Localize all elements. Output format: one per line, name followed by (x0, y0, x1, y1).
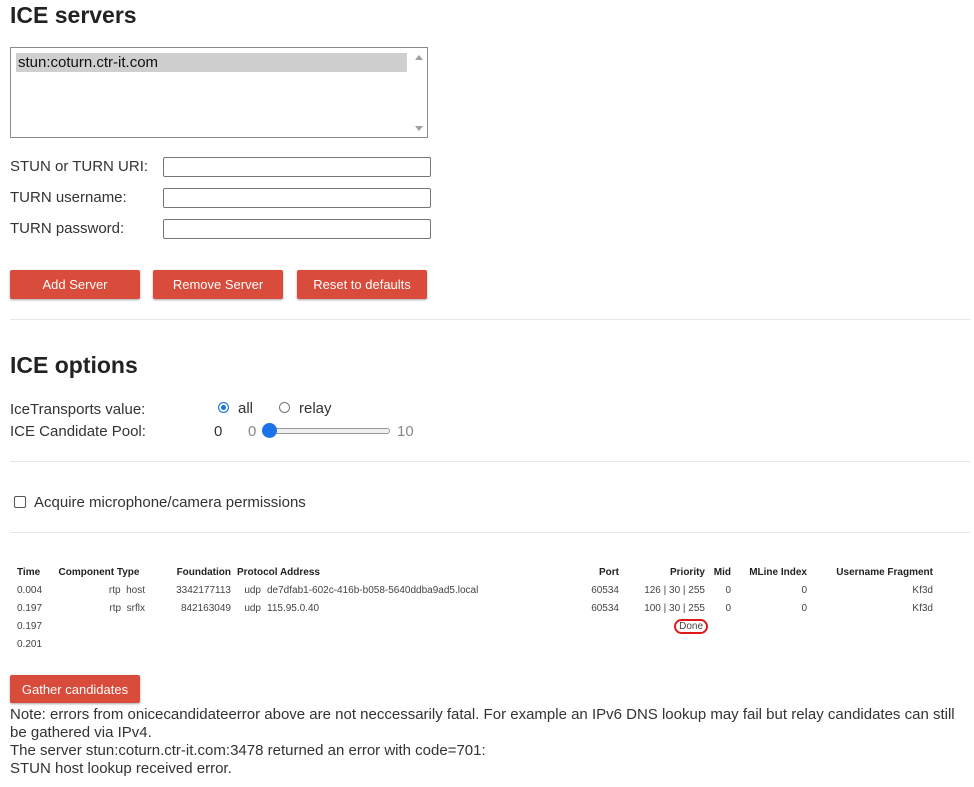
divider (10, 319, 970, 320)
reset-defaults-button[interactable]: Reset to defaults (297, 270, 427, 299)
ice-options-title: ICE options (10, 352, 138, 378)
cell-foundation: 3342177113 (176, 584, 231, 596)
turn-username-label: TURN username: (10, 189, 127, 206)
pool-min-label: 0 (248, 423, 257, 440)
header-foundation: Foundation (176, 566, 231, 578)
cell-priority: Done (622, 617, 708, 635)
table-row: 0.197 Done (14, 617, 936, 635)
header-time: Time (17, 566, 41, 578)
cell-username-fragment: Kf3d (912, 584, 933, 596)
table-header-row: Time Component Type Foundation Protocol … (14, 563, 936, 581)
cell-time: 0.004 (17, 584, 43, 596)
listbox-scrollbar[interactable] (411, 48, 427, 137)
turn-password-input[interactable] (163, 219, 431, 239)
cell-component-type: rtp srflx (109, 602, 145, 614)
cell-component-type: rtp host (108, 584, 145, 596)
server-listbox[interactable]: stun:coturn.ctr-it.com (10, 47, 428, 138)
scroll-up-arrow-icon[interactable] (415, 55, 423, 60)
transport-relay-radio[interactable] (279, 402, 290, 413)
cell-address: de7dfab1-602c-416b-b058-5640ddba9ad5.loc… (267, 584, 479, 596)
cell-foundation: 842163049 (180, 602, 231, 614)
gather-candidates-button[interactable]: Gather candidates (10, 675, 140, 703)
header-component-type: Component Type (58, 566, 140, 578)
pool-max-label: 10 (397, 423, 414, 440)
candidate-pool-value: 0 (214, 423, 223, 440)
header-mid: Mid (713, 566, 731, 578)
cell-port: 60534 (591, 584, 619, 596)
error-notes: Note: errors from onicecandidateerror ab… (10, 706, 970, 778)
cell-time: 0.201 (17, 638, 43, 650)
cell-mline-index: 0 (801, 584, 807, 596)
cell-username-fragment: Kf3d (912, 602, 933, 614)
cell-port: 60534 (591, 602, 619, 614)
header-priority: Priority (669, 566, 705, 578)
table-row: 0.201 (14, 635, 936, 653)
divider (10, 532, 970, 533)
cell-mid: 0 (725, 602, 731, 614)
stun-uri-input[interactable] (163, 157, 431, 177)
cell-mline-index: 0 (801, 602, 807, 614)
transport-all-radio[interactable] (218, 402, 229, 413)
header-protocol-address: Protocol Address (237, 566, 320, 578)
turn-username-input[interactable] (163, 188, 431, 208)
cell-address: 115.95.0.40 (267, 602, 320, 614)
cell-mid: 0 (725, 584, 731, 596)
note-fatal-text: Note: errors from onicecandidateerror ab… (10, 706, 955, 741)
remove-server-button[interactable]: Remove Server (153, 270, 283, 299)
turn-password-label: TURN password: (10, 220, 125, 237)
divider (10, 461, 970, 462)
cell-time: 0.197 (17, 620, 43, 632)
transport-all-label[interactable]: all (238, 400, 253, 417)
transport-relay-label[interactable]: relay (299, 400, 332, 417)
server-list-item[interactable]: stun:coturn.ctr-it.com (16, 53, 407, 72)
table-row: 0.197 rtp srflx 842163049 udp 115.95.0.4… (14, 599, 936, 617)
cell-protocol: udp (244, 602, 261, 614)
add-server-button[interactable]: Add Server (10, 270, 140, 299)
header-username-fragment: Username Fragment (836, 566, 933, 578)
note-lookup-error-text: STUN host lookup received error. (10, 760, 232, 777)
header-mline-index: MLine Index (749, 566, 807, 578)
candidate-pool-slider-track[interactable] (270, 428, 390, 434)
cell-time: 0.197 (17, 602, 43, 614)
scroll-down-arrow-icon[interactable] (415, 126, 423, 131)
candidates-table: Time Component Type Foundation Protocol … (14, 563, 936, 653)
candidate-pool-label: ICE Candidate Pool: (10, 423, 146, 440)
cell-priority: 100 | 30 | 255 (644, 602, 705, 614)
ice-servers-title: ICE servers (10, 2, 137, 28)
note-server-error-text: The server stun:coturn.ctr-it.com:3478 r… (10, 742, 486, 759)
permissions-checkbox[interactable] (14, 496, 26, 508)
candidate-pool-slider-thumb[interactable] (262, 423, 277, 438)
cell-priority: 126 | 30 | 255 (644, 584, 705, 596)
cell-protocol: udp (244, 584, 261, 596)
permissions-label[interactable]: Acquire microphone/camera permissions (34, 494, 306, 511)
stun-uri-label: STUN or TURN URI: (10, 158, 149, 175)
ice-transports-label: IceTransports value: (10, 401, 146, 418)
table-row: 0.004 rtp host 3342177113 udp de7dfab1-6… (14, 581, 936, 599)
done-status: Done (674, 618, 708, 634)
header-port: Port (599, 566, 619, 578)
